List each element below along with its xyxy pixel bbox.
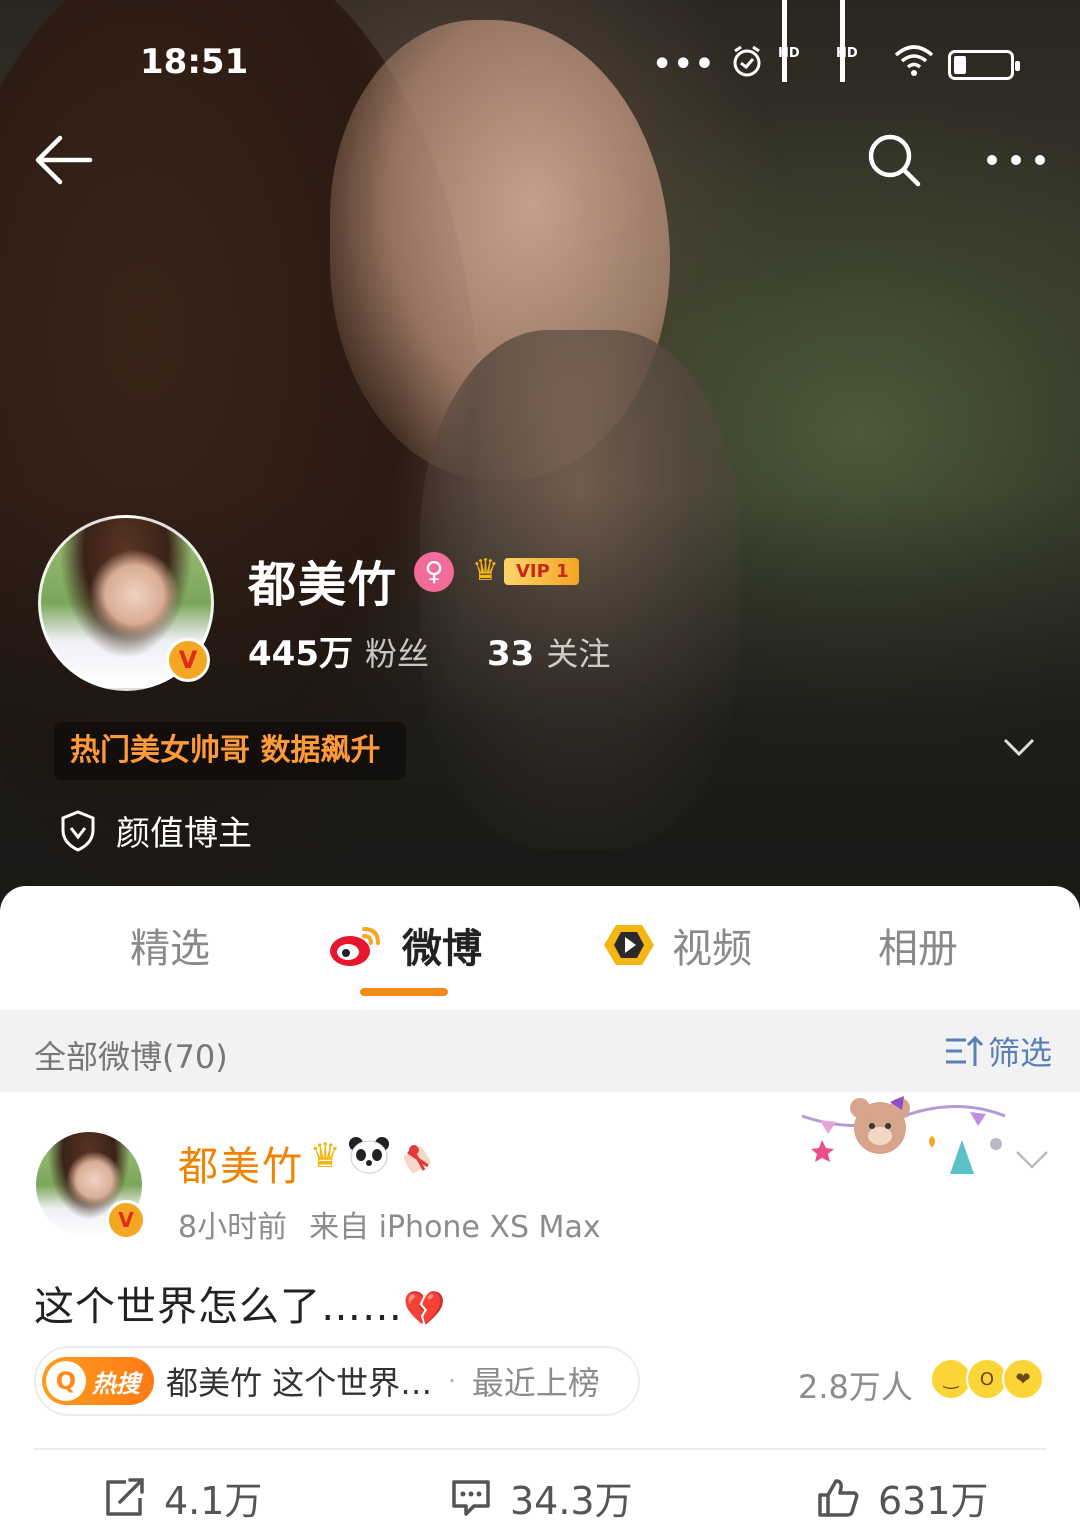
hot-search-card[interactable]: Q 热搜 都美竹 这个世界… · 最近上榜 <box>34 1346 640 1416</box>
search-icon[interactable] <box>866 132 922 188</box>
separator-dot: · <box>448 1367 456 1395</box>
alarm-icon <box>730 44 764 85</box>
search-icon: Q <box>46 1361 86 1401</box>
back-arrow-icon[interactable] <box>34 130 94 190</box>
weibo-logo-icon <box>330 927 380 966</box>
verified-badge-icon: V <box>166 638 210 682</box>
vip-badge[interactable]: ♛ VIP 1 <box>472 552 579 590</box>
post-meta: 8小时前 来自 iPhone XS Max <box>178 1202 601 1246</box>
hot-ranking-tag[interactable]: 热门美女帅哥 数据飙升 <box>54 722 407 780</box>
like-button[interactable]: 631万 <box>816 1470 989 1525</box>
blogger-role: 颜值博主 <box>60 806 252 855</box>
kiss-emoji-icon: ❤ <box>1002 1358 1044 1400</box>
tab-album[interactable]: 相册 <box>878 916 958 974</box>
post-source: 来自 iPhone XS Max <box>309 1210 601 1245</box>
chevron-down-icon[interactable] <box>1002 734 1036 760</box>
share-icon <box>106 1477 144 1516</box>
author-badges: ♛ <box>310 1136 438 1185</box>
repost-button[interactable]: 4.1万 <box>104 1470 262 1525</box>
repost-count: 4.1万 <box>164 1479 263 1523</box>
post-actions: 4.1万 34.3万 631万 <box>0 1470 1080 1530</box>
battery-icon <box>948 49 1020 80</box>
hot-search-topic: 都美竹 这个世界… <box>166 1364 433 1402</box>
video-play-icon <box>604 925 654 965</box>
verified-badge-icon: V <box>106 1200 146 1240</box>
weibo-post[interactable]: V 都美竹 ♛ 8小时前来自 iPhone XS Max 这个世界怎么了……💔 <box>0 1092 1080 1540</box>
broken-heart-icon: 💔 <box>403 1289 447 1329</box>
role-label: 颜值博主 <box>116 814 252 854</box>
vip-label: VIP 1 <box>504 557 579 585</box>
female-icon: ♀ <box>414 552 454 592</box>
divider <box>34 1448 1046 1450</box>
engaged-people-count: 2.8万人 <box>798 1368 913 1406</box>
hot-search-status: 最近上榜 <box>471 1364 600 1402</box>
more-icon[interactable] <box>984 150 1048 170</box>
wifi-icon <box>894 45 934 84</box>
crown-icon: ♛ <box>310 1136 341 1176</box>
profile-name: 都美竹 <box>248 557 399 613</box>
post-count-label: 全部微博(70) <box>34 1038 228 1076</box>
post-body[interactable]: 这个世界怎么了……💔 <box>34 1274 446 1332</box>
following-count[interactable]: 33 <box>487 634 534 674</box>
party-decoration-icon <box>801 1096 1006 1174</box>
hd-signal-icon: HD <box>836 0 880 82</box>
gift-icon <box>398 1136 438 1185</box>
filter-button[interactable]: 筛选 <box>944 1028 1052 1074</box>
active-tab-indicator <box>360 988 448 996</box>
post-time: 8小时前 <box>178 1210 288 1245</box>
shield-icon <box>61 809 95 852</box>
post-author-name[interactable]: 都美竹 <box>178 1134 304 1192</box>
comment-count: 34.3万 <box>510 1479 633 1523</box>
tab-weibo[interactable]: 微博 <box>328 916 482 974</box>
reaction-emoji-stack: ‿ O ❤ <box>930 1358 1050 1402</box>
status-time: 18:51 <box>140 42 249 82</box>
comment-button[interactable]: 34.3万 <box>450 1470 633 1525</box>
status-bar: 18:51 ••• HD HD <box>0 0 1080 90</box>
following-label[interactable]: 关注 <box>546 629 610 675</box>
profile-tabs: 精选 微博 视频 相册 <box>0 886 1080 1010</box>
tab-featured[interactable]: 精选 <box>130 916 210 974</box>
hd-signal-icon: HD <box>778 0 822 82</box>
like-count: 631万 <box>878 1479 989 1523</box>
filter-bar: 全部微博(70) 筛选 <box>0 1010 1080 1092</box>
profile-stats: 445万 粉丝 33 关注 <box>248 626 610 675</box>
tab-video[interactable]: 视频 <box>598 916 752 974</box>
filter-icon <box>945 1035 984 1066</box>
comment-icon <box>452 1479 490 1516</box>
followers-label[interactable]: 粉丝 <box>365 629 429 675</box>
more-dots-icon: ••• <box>652 47 716 82</box>
post-text: 这个世界怎么了…… <box>34 1284 403 1330</box>
hot-search-badge: Q 热搜 <box>42 1357 154 1405</box>
followers-count[interactable]: 445万 <box>248 626 353 675</box>
chevron-down-icon[interactable] <box>1014 1148 1050 1172</box>
thumbs-up-icon <box>818 1478 859 1517</box>
panda-icon <box>348 1136 390 1185</box>
